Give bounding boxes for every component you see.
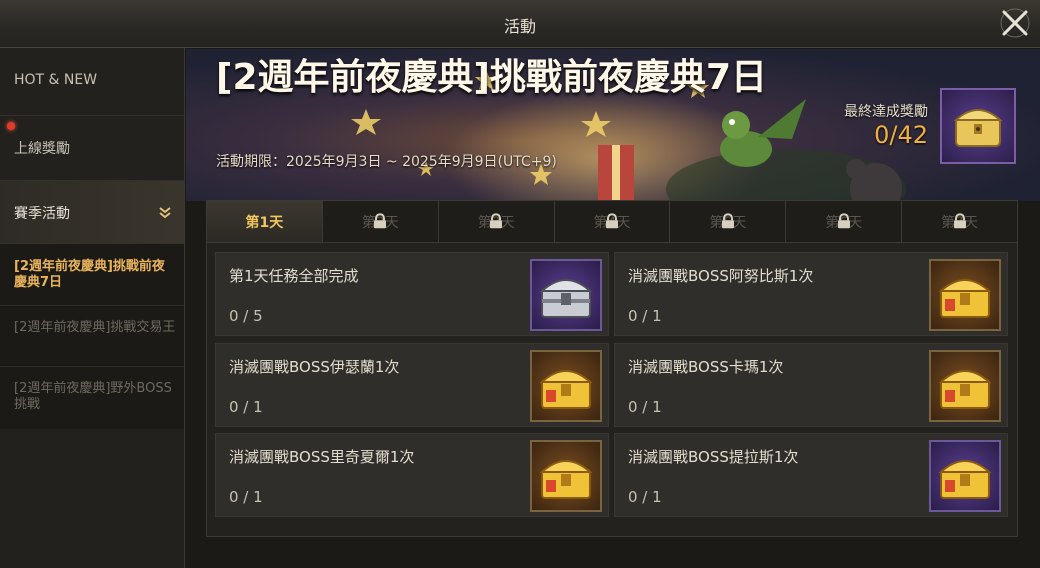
sidebar-item-label: 賽季活動 — [14, 206, 70, 222]
mission-card: 消滅團戰BOSS阿努比斯1次 0 / 1 — [614, 252, 1008, 336]
sub-item-field-boss[interactable]: [2週年前夜慶典]野外BOSS挑戰 — [0, 367, 184, 429]
gold-chest-icon — [938, 279, 992, 318]
close-icon — [1000, 8, 1030, 38]
mission-reward-button[interactable] — [530, 350, 602, 422]
lock-icon — [606, 212, 618, 228]
sidebar-item-login-reward[interactable]: 上線獎勵 — [0, 116, 184, 181]
lock-icon — [837, 212, 850, 228]
sidebar-item-hot-new[interactable]: HOT & NEW — [0, 48, 184, 116]
mission-card: 消滅團戰BOSS卡瑪1次 0 / 1 — [614, 343, 1008, 427]
tab-day-5[interactable]: 第5天 — [670, 201, 787, 242]
season-event-submenu: [2週年前夜慶典]挑戰前夜慶典7日 [2週年前夜慶典]挑戰交易王 [2週年前夜慶… — [0, 244, 184, 429]
gold-chest-icon — [938, 460, 992, 499]
close-button[interactable] — [998, 6, 1032, 40]
tab-day-4[interactable]: 第4天 — [554, 201, 671, 242]
final-reward-button[interactable] — [940, 88, 1016, 164]
chevron-down-icon — [159, 207, 171, 219]
mission-name: 第1天任務全部完成 — [229, 267, 359, 285]
title-bar: 活動 — [0, 0, 1040, 48]
gold-chest-icon — [539, 460, 593, 499]
sub-item-7-day-challenge[interactable]: [2週年前夜慶典]挑戰前夜慶典7日 — [0, 244, 184, 306]
mission-name: 消滅團戰BOSS阿努比斯1次 — [628, 267, 814, 285]
mission-reward-button[interactable] — [929, 259, 1001, 331]
event-banner: [2週年前夜慶典]挑戰前夜慶典7日 活動期限：2025年9月3日 ~ 2025年… — [186, 49, 1040, 201]
mission-card: 第1天任務全部完成 0 / 5 — [215, 252, 609, 336]
sub-item-label: [2週年前夜慶典]野外BOSS挑戰 — [14, 381, 172, 412]
mission-reward-button[interactable] — [530, 259, 602, 331]
mission-progress: 0 / 1 — [628, 307, 662, 325]
sub-item-label: [2週年前夜慶典]挑戰交易王 — [14, 320, 176, 335]
mission-card: 消滅團戰BOSS提拉斯1次 0 / 1 — [614, 433, 1008, 517]
mission-card: 消滅團戰BOSS伊瑟蘭1次 0 / 1 — [215, 343, 609, 427]
tab-label: 第1天 — [245, 214, 284, 231]
gold-chest-icon — [539, 370, 593, 409]
mission-reward-button[interactable] — [929, 440, 1001, 512]
sub-item-trade-king[interactable]: [2週年前夜慶典]挑戰交易王 — [0, 306, 184, 367]
sidebar-item-label: HOT & NEW — [14, 72, 98, 88]
day-tabs: 第1天 第2天 第3天 第4天 第5天 第6天 第7天 — [207, 201, 1018, 243]
mission-progress: 0 / 1 — [628, 398, 662, 416]
final-reward-label: 最終達成獎勵 — [844, 104, 928, 120]
lock-icon — [953, 212, 966, 228]
mission-name: 消滅團戰BOSS里奇夏爾1次 — [229, 448, 415, 466]
sidebar: HOT & NEW 上線獎勵 賽季活動 [2週年前夜慶典]挑戰前夜慶典7日 [2… — [0, 48, 185, 568]
notification-dot — [7, 122, 15, 130]
silver-chest-icon — [539, 279, 593, 318]
window-title: 活動 — [503, 17, 536, 36]
mission-reward-button[interactable] — [929, 350, 1001, 422]
lock-icon — [721, 212, 734, 228]
mission-name: 消滅團戰BOSS卡瑪1次 — [628, 358, 784, 376]
sidebar-item-season-event[interactable]: 賽季活動 — [0, 181, 184, 244]
mission-progress: 0 / 1 — [628, 488, 662, 506]
tab-day-1[interactable]: 第1天 — [207, 201, 323, 242]
sidebar-item-label: 上線獎勵 — [14, 141, 70, 157]
lock-icon — [374, 212, 387, 228]
gold-chest-icon — [938, 370, 992, 409]
tab-day-7[interactable]: 第7天 — [902, 201, 1018, 242]
mission-card: 消滅團戰BOSS里奇夏爾1次 0 / 1 — [215, 433, 609, 517]
event-period: 活動期限：2025年9月3日 ~ 2025年9月9日(UTC+9) — [216, 154, 557, 170]
lock-icon — [490, 212, 503, 228]
mission-progress: 0 / 5 — [229, 307, 263, 325]
mission-name: 消滅團戰BOSS提拉斯1次 — [628, 448, 799, 466]
tab-day-2[interactable]: 第2天 — [322, 201, 439, 242]
tab-day-3[interactable]: 第3天 — [438, 201, 555, 242]
final-reward-count: 0/42 — [874, 121, 928, 149]
sub-item-label: [2週年前夜慶典]挑戰前夜慶典7日 — [14, 259, 165, 290]
mission-reward-button[interactable] — [530, 440, 602, 512]
event-title: [2週年前夜慶典]挑戰前夜慶典7日 — [216, 57, 768, 98]
mission-panel: 第1天 第2天 第3天 第4天 第5天 第6天 第7天 第1天任務全部完成 0 … — [206, 200, 1018, 537]
mission-name: 消滅團戰BOSS伊瑟蘭1次 — [229, 358, 400, 376]
tab-day-6[interactable]: 第6天 — [786, 201, 903, 242]
gold-chest-icon — [953, 109, 1003, 147]
mission-progress: 0 / 1 — [229, 398, 263, 416]
mission-progress: 0 / 1 — [229, 488, 263, 506]
